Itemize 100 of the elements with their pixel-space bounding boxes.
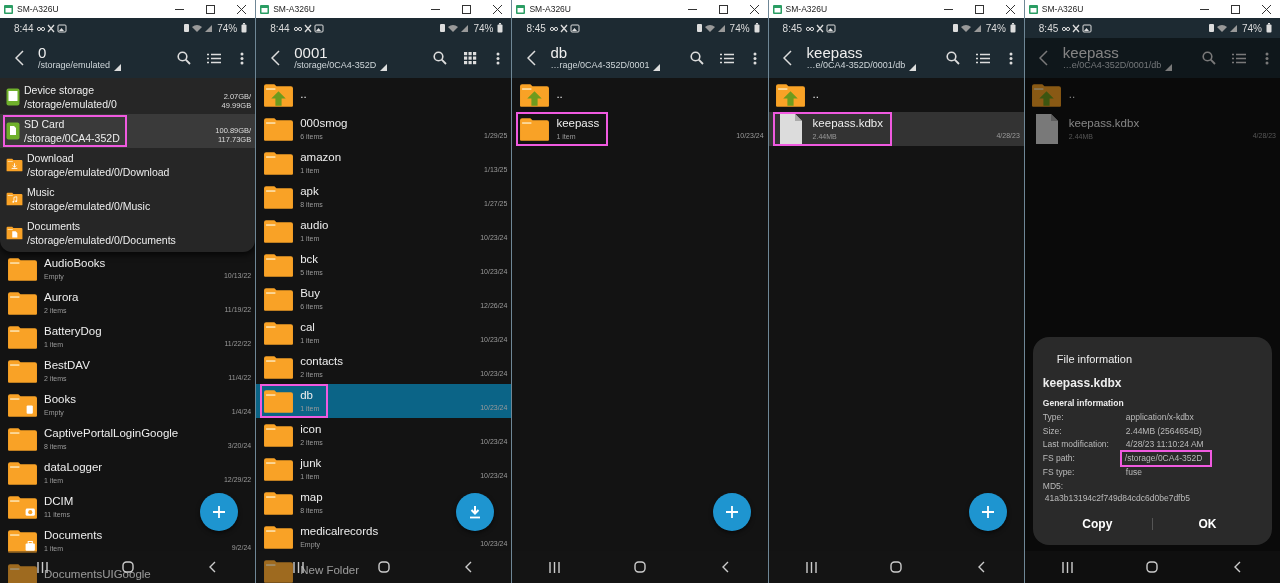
back-icon[interactable] — [526, 50, 536, 66]
parent-folder-icon — [1031, 82, 1063, 108]
add-button[interactable] — [712, 493, 751, 531]
back-icon[interactable] — [465, 561, 473, 573]
file-name: db — [300, 388, 314, 403]
download-folder-icon — [6, 158, 23, 172]
folder-title: 0 — [38, 44, 47, 61]
notification-icons-drawing — [293, 23, 324, 33]
path-dropdown-toggle[interactable] — [380, 64, 388, 72]
path-dropdown-toggle[interactable] — [909, 64, 917, 72]
search-icon[interactable] — [945, 51, 960, 65]
file-name: contacts — [300, 354, 344, 369]
folder-icon — [262, 252, 294, 278]
parent-folder-icon — [262, 82, 294, 108]
back-icon[interactable] — [783, 50, 793, 66]
file-name: bck — [300, 252, 320, 267]
app-icon — [1028, 4, 1038, 14]
folder-icon — [262, 286, 294, 312]
more-icon[interactable] — [496, 51, 501, 65]
close-icon[interactable] — [1005, 4, 1015, 14]
list-icon[interactable] — [207, 52, 222, 64]
folder-icon — [518, 116, 550, 142]
file-name: BestDAV — [44, 358, 90, 373]
maximize-icon[interactable] — [718, 4, 728, 14]
search-icon[interactable] — [689, 51, 704, 65]
storage-name: SD Card — [24, 116, 66, 131]
recent-apps-icon[interactable] — [1061, 561, 1073, 573]
more-icon[interactable] — [1008, 51, 1013, 65]
list-icon[interactable] — [975, 52, 990, 64]
battery-percentage: 74% — [473, 21, 494, 36]
file-name: Buy — [300, 286, 322, 301]
folder-title: keepass — [806, 44, 863, 62]
storage-menu-item[interactable]: Music /storage/emulated/0/Music — [0, 182, 256, 216]
back-icon[interactable] — [721, 561, 729, 573]
file-list-item[interactable]: DocumentsUIGoogle — [0, 558, 256, 583]
close-icon[interactable] — [1262, 4, 1271, 14]
grid-icon[interactable] — [463, 51, 477, 65]
home-icon[interactable] — [634, 561, 646, 573]
info-value: 41a3b13194c2f749d84cdc6d0be7dfb5 — [1043, 492, 1190, 505]
folder-icon — [6, 358, 38, 384]
dialog-button[interactable]: OK — [1152, 513, 1263, 535]
music-folder-icon — [6, 192, 23, 206]
storage-menu-item[interactable]: Documents /storage/emulated/0/Documents — [0, 216, 256, 250]
home-icon[interactable] — [1146, 561, 1159, 573]
back-icon[interactable] — [209, 561, 217, 573]
dialog-button[interactable]: Copy — [1042, 513, 1152, 535]
dialog-file-name: keepass.kdbx — [1042, 375, 1123, 392]
parent-folder-icon — [518, 82, 550, 108]
file-name: DocumentsUIGoogle — [44, 568, 151, 582]
status-time: 8:45 — [1038, 21, 1059, 36]
file-name: .. — [556, 88, 563, 102]
add-button[interactable] — [200, 493, 239, 531]
storage-icon — [6, 88, 20, 106]
close-icon[interactable] — [749, 4, 759, 14]
recent-apps-icon[interactable] — [549, 561, 561, 573]
back-icon[interactable] — [14, 50, 24, 66]
file-list-item[interactable]: .. — [768, 78, 1024, 112]
back-icon[interactable] — [1233, 561, 1241, 573]
file-list-item[interactable]: .. — [256, 78, 512, 112]
path-dropdown-toggle[interactable] — [653, 64, 661, 72]
maximize-icon[interactable] — [1231, 4, 1240, 14]
signal-icons-drawing — [1208, 23, 1238, 33]
file-list-item[interactable]: New Folder — [256, 554, 512, 583]
more-icon[interactable] — [752, 51, 757, 65]
maximize-icon[interactable] — [462, 4, 472, 14]
storage-name: Download — [27, 150, 75, 165]
maximize-icon[interactable] — [206, 4, 216, 14]
folder-icon — [262, 320, 294, 346]
add-button[interactable] — [968, 493, 1007, 531]
file-list-item[interactable]: .. — [512, 78, 768, 112]
file-list-item[interactable]: .. — [1024, 78, 1280, 112]
home-icon[interactable] — [377, 561, 390, 573]
home-icon[interactable] — [890, 561, 903, 573]
folder-path: /storage/0CA4-352D — [294, 61, 377, 72]
storage-menu-item[interactable]: Download /storage/emulated/0/Download — [0, 148, 256, 182]
more-icon[interactable] — [240, 51, 245, 65]
back-icon[interactable] — [270, 50, 280, 66]
search-icon[interactable] — [433, 51, 448, 65]
close-icon[interactable] — [493, 4, 503, 14]
folder-icon — [262, 456, 294, 482]
close-icon[interactable] — [237, 4, 247, 14]
download-button[interactable] — [456, 493, 495, 531]
maximize-icon[interactable] — [974, 4, 984, 14]
folder-icon — [262, 116, 294, 142]
folder-path: …rage/0CA4-352D/0001 — [550, 61, 650, 72]
battery-icon — [241, 23, 248, 33]
folder-icon — [262, 524, 294, 550]
recent-apps-icon[interactable] — [805, 561, 817, 573]
file-name: .. — [300, 88, 307, 102]
file-name: icon — [300, 422, 323, 437]
list-icon[interactable] — [719, 52, 734, 64]
search-icon[interactable] — [177, 51, 192, 65]
path-dropdown-toggle[interactable] — [1165, 64, 1173, 72]
storage-path: /storage/0CA4-352D — [24, 131, 120, 146]
folder-icon — [262, 354, 294, 380]
section-heading: General information — [1042, 397, 1125, 410]
window-title: SM-A326U — [529, 2, 571, 16]
back-icon[interactable] — [977, 561, 985, 573]
path-dropdown-toggle[interactable] — [114, 64, 122, 72]
folder-icon — [262, 490, 294, 516]
